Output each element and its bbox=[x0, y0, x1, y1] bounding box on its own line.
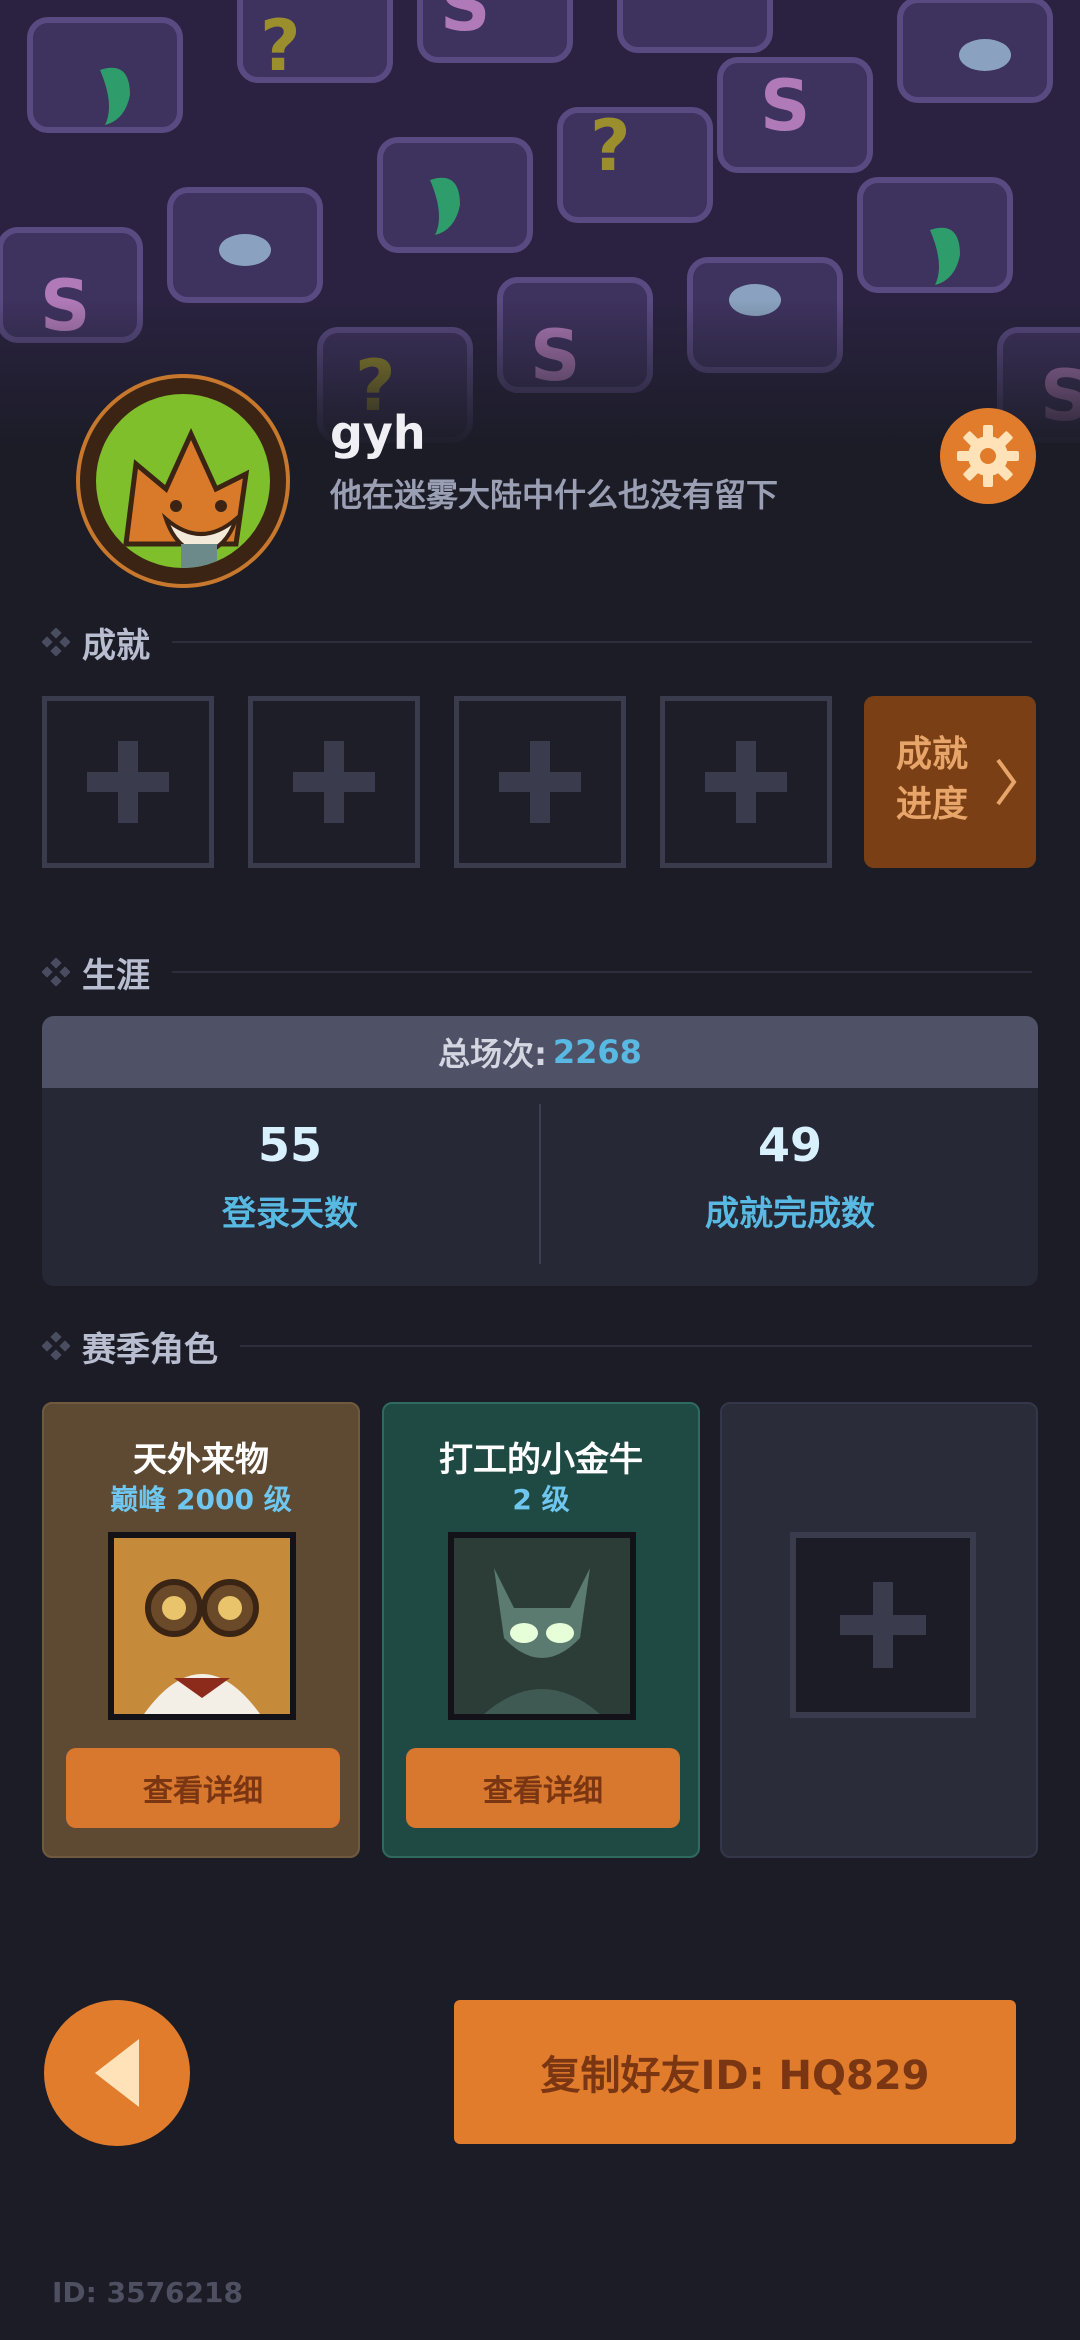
back-button[interactable] bbox=[44, 2000, 190, 2146]
season-characters-title: 赛季角色 bbox=[82, 1329, 218, 1370]
season-characters-header: 赛季角色 bbox=[42, 1324, 1032, 1370]
svg-text:S: S bbox=[760, 65, 810, 147]
achievements-completed-label: 成就完成数 bbox=[705, 1194, 875, 1234]
diamond-icon bbox=[42, 958, 70, 986]
svg-text:S: S bbox=[440, 0, 490, 47]
character-level: 巅峰 2000 级 bbox=[110, 1483, 292, 1516]
plus-icon bbox=[499, 741, 581, 823]
achievements-completed-stat: 49 成就完成数 bbox=[542, 1088, 1038, 1286]
achievements-completed-value: 49 bbox=[757, 1118, 822, 1172]
plus-icon bbox=[705, 741, 787, 823]
user-bio: 他在迷雾大陆中什么也没有留下 bbox=[330, 476, 779, 514]
login-days-value: 55 bbox=[257, 1118, 322, 1172]
achievements-title: 成就 bbox=[82, 625, 150, 666]
character-card[interactable]: 打工的小金牛 2 级 查看详细 bbox=[382, 1402, 700, 1858]
total-matches-value: 2268 bbox=[552, 1033, 642, 1071]
chevron-right-icon bbox=[996, 758, 1017, 806]
plus-icon bbox=[840, 1582, 926, 1668]
character-level: 2 级 bbox=[512, 1483, 570, 1516]
back-arrow-icon bbox=[95, 2039, 139, 2107]
diamond-icon bbox=[42, 628, 70, 656]
settings-button[interactable] bbox=[940, 408, 1036, 504]
username: gyh bbox=[330, 406, 426, 460]
character-portrait-image bbox=[114, 1538, 290, 1714]
career-panel: 总场次: 2268 55 登录天数 49 成就完成数 bbox=[42, 1016, 1038, 1286]
achievement-progress-label: 成就 进度 bbox=[882, 730, 982, 830]
character-portrait bbox=[108, 1532, 296, 1720]
achievement-slot[interactable] bbox=[660, 696, 832, 868]
achievement-progress-button[interactable]: 成就 进度 bbox=[864, 696, 1036, 868]
achievement-slot[interactable] bbox=[42, 696, 214, 868]
character-portrait bbox=[448, 1532, 636, 1720]
achievements-header: 成就 bbox=[42, 620, 1032, 666]
svg-text:?: ? bbox=[260, 5, 301, 87]
gear-icon bbox=[957, 425, 1019, 487]
character-portrait-image bbox=[454, 1538, 630, 1714]
stat-divider bbox=[539, 1104, 541, 1264]
divider bbox=[240, 1345, 1032, 1347]
divider bbox=[172, 971, 1032, 973]
avatar[interactable] bbox=[76, 374, 290, 588]
character-name: 天外来物 bbox=[133, 1440, 269, 1480]
character-slot bbox=[790, 1532, 976, 1718]
login-days-stat: 55 登录天数 bbox=[42, 1088, 538, 1286]
achievement-slot[interactable] bbox=[454, 696, 626, 868]
copy-friend-id-button[interactable]: 复制好友ID: HQ829 bbox=[454, 2000, 1016, 2144]
view-details-button[interactable]: 查看详细 bbox=[406, 1748, 680, 1828]
empty-character-slot[interactable] bbox=[720, 1402, 1038, 1858]
achievement-slot[interactable] bbox=[248, 696, 420, 868]
progress-label-line1: 成就 bbox=[895, 734, 968, 775]
plus-icon bbox=[87, 741, 169, 823]
diamond-icon bbox=[42, 1332, 70, 1360]
svg-text:?: ? bbox=[590, 105, 631, 187]
character-name: 打工的小金牛 bbox=[439, 1440, 643, 1480]
career-header: 生涯 bbox=[42, 950, 1032, 996]
plus-icon bbox=[293, 741, 375, 823]
login-days-label: 登录天数 bbox=[222, 1194, 358, 1234]
fox-icon bbox=[123, 427, 250, 568]
career-title: 生涯 bbox=[82, 955, 150, 996]
character-card[interactable]: 天外来物 巅峰 2000 级 查看详细 bbox=[42, 1402, 360, 1858]
avatar-image bbox=[96, 394, 270, 568]
progress-label-line2: 进度 bbox=[895, 784, 968, 825]
total-matches: 总场次: 2268 bbox=[42, 1016, 1038, 1088]
view-details-button[interactable]: 查看详细 bbox=[66, 1748, 340, 1828]
divider bbox=[172, 641, 1032, 643]
total-matches-label: 总场次: bbox=[438, 1035, 547, 1073]
user-id: ID: 3576218 bbox=[52, 2276, 243, 2309]
